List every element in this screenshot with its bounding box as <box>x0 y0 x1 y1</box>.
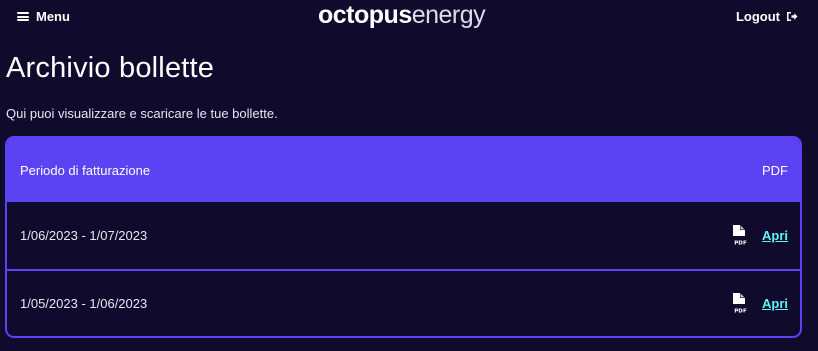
svg-text:PDF: PDF <box>734 309 747 315</box>
open-bill-link[interactable]: Apri <box>762 228 788 243</box>
billing-period: 1/05/2023 - 1/06/2023 <box>20 296 148 311</box>
top-navigation-bar: Menu octopusenergy Logout <box>0 0 818 34</box>
pdf-file-icon[interactable]: PDF <box>731 293 750 314</box>
page-title: Archivio bollette <box>6 52 215 84</box>
open-bill-link[interactable]: Apri <box>762 296 788 311</box>
bills-table: Periodo di fatturazione PDF 1/06/2023 - … <box>5 136 802 338</box>
table-header: Periodo di fatturazione PDF <box>7 138 800 202</box>
octopus-energy-logo[interactable]: octopusenergy <box>318 0 486 30</box>
svg-text:PDF: PDF <box>734 241 747 247</box>
logout-button[interactable]: Logout <box>736 9 798 24</box>
hamburger-icon <box>17 12 29 21</box>
row-actions: PDF Apri <box>731 225 788 246</box>
logo-text-bold: octopus <box>318 1 412 29</box>
column-header-pdf: PDF <box>762 162 788 178</box>
row-actions: PDF Apri <box>731 293 788 314</box>
menu-button[interactable]: Menu <box>17 9 70 24</box>
page-subtitle: Qui puoi visualizzare e scaricare le tue… <box>6 106 278 121</box>
logout-label: Logout <box>735 9 780 24</box>
billing-period: 1/06/2023 - 1/07/2023 <box>20 228 148 243</box>
pdf-file-icon[interactable]: PDF <box>731 225 750 246</box>
column-header-period: Periodo di fatturazione <box>20 162 151 178</box>
table-row: 1/06/2023 - 1/07/2023 PDF Apri <box>7 202 800 269</box>
menu-label: Menu <box>36 9 70 24</box>
logo-text-light: energy <box>411 1 486 29</box>
logout-icon <box>786 11 798 22</box>
table-row: 1/05/2023 - 1/06/2023 PDF Apri <box>7 269 800 336</box>
